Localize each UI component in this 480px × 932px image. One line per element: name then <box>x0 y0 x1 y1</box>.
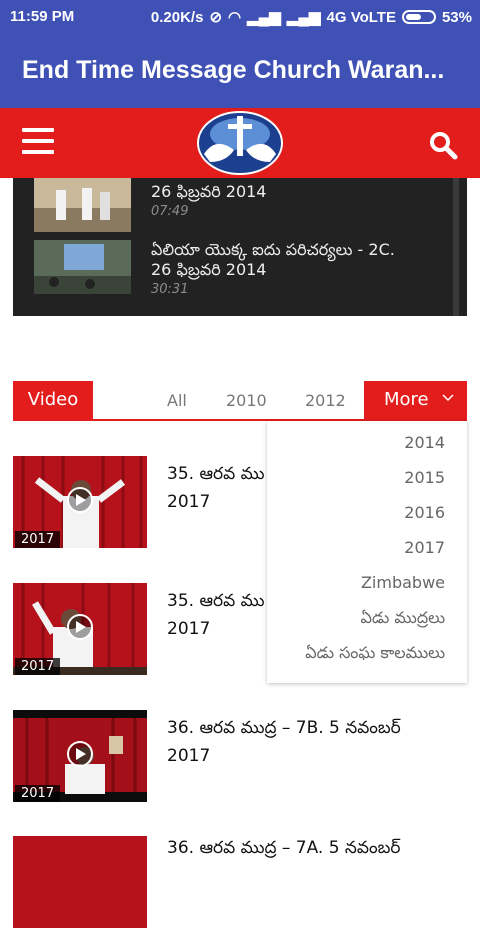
list-item[interactable]: 36. ఆరవ ముద్ర – 7A. 5 నవంబర్ <box>13 836 467 932</box>
site-header <box>0 108 480 178</box>
playlist-item-date: 26 ఫిబ్రవరి 2014 <box>151 260 267 279</box>
video-thumbnail[interactable] <box>34 240 131 294</box>
dropdown-item-2015[interactable]: 2015 <box>404 468 445 487</box>
filter-tabs: Video All 2010 2012 More <box>13 381 467 421</box>
status-icons: 0.20K/s ⊘ ◠ ▂▄▆ ▂▄▆ 4G VoLTE 53% <box>150 8 472 27</box>
tab-all[interactable]: All <box>167 391 187 410</box>
app-title: End Time Message Church Waran... <box>22 56 445 84</box>
status-time: 11:59 PM <box>10 8 75 25</box>
wifi-icon: ◠ <box>228 9 242 26</box>
dropdown-item-2014[interactable]: 2014 <box>404 433 445 452</box>
battery-icon <box>401 10 436 24</box>
playlist-item-title: ఏలియా యొక్క ఐదు పరిచర్యలు - 2C. <box>151 240 395 259</box>
playlist-scrollbar[interactable] <box>453 178 459 316</box>
playlist-item[interactable]: 26 ఫిబ్రవరి 2014 07:49 <box>13 178 453 232</box>
tab-2012[interactable]: 2012 <box>305 391 346 410</box>
dropdown-item-seven-church-ages[interactable]: ఏడు సంఘ కాలములు <box>305 643 445 666</box>
chevron-down-icon <box>442 394 454 402</box>
video-title: 36. ఆరవ ముద్ర – 7A. 5 నవంబర్ <box>167 838 401 858</box>
playlist-panel: 26 ఫిబ్రవరి 2014 07:49 ఏలియా యొక్క ఐదు ప… <box>13 178 467 316</box>
more-dropdown: 2014 2015 2016 2017 Zimbabwe ఏడు ముద్రలు… <box>267 421 467 683</box>
playlist-item-duration: 30:31 <box>151 282 189 297</box>
battery-level: 53% <box>441 8 472 26</box>
search-icon[interactable] <box>428 130 458 160</box>
signal-icon: ▂▄▆ <box>247 9 281 26</box>
playlist-item-date: 26 ఫిబ్రవరి 2014 <box>151 182 267 201</box>
dropdown-item-zimbabwe[interactable]: Zimbabwe <box>361 573 445 592</box>
year-badge: 2017 <box>15 785 61 802</box>
network-type: 4G VoLTE <box>326 8 396 26</box>
tab-2010[interactable]: 2010 <box>226 391 267 410</box>
tab-video[interactable]: Video <box>13 381 93 419</box>
video-thumbnail[interactable] <box>13 836 147 928</box>
year-badge: 2017 <box>15 531 61 548</box>
app-bar: End Time Message Church Waran... <box>0 32 480 108</box>
net-speed: 0.20K/s <box>150 8 204 26</box>
tab-more-label: More <box>384 389 429 410</box>
dropdown-item-2017[interactable]: 2017 <box>404 538 445 557</box>
tab-more[interactable]: More <box>364 381 467 419</box>
hamburger-menu-icon[interactable] <box>22 128 54 158</box>
dropdown-item-seven-seals[interactable]: ఏడు ముద్రలు <box>361 608 445 631</box>
dropdown-item-2016[interactable]: 2016 <box>404 503 445 522</box>
status-bar: 11:59 PM 0.20K/s ⊘ ◠ ▂▄▆ ▂▄▆ 4G VoLTE 53… <box>0 0 480 32</box>
year-badge: 2017 <box>15 658 61 675</box>
playlist-item[interactable]: ఏలియా యొక్క ఐదు పరిచర్యలు - 2C. 26 ఫిబ్ర… <box>13 236 453 297</box>
dnd-icon: ⊘ <box>209 9 223 26</box>
signal-icon-2: ▂▄▆ <box>286 9 321 26</box>
list-item[interactable]: 2017 36. ఆరవ ముద్ర – 7B. 5 నవంబర్ 2017 <box>13 710 467 806</box>
video-title: 36. ఆరవ ముద్ర – 7B. 5 నవంబర్ 2017 <box>167 718 401 766</box>
video-thumbnail[interactable] <box>34 178 131 232</box>
church-logo-icon[interactable] <box>196 110 284 176</box>
playlist-item-duration: 07:49 <box>151 204 189 219</box>
